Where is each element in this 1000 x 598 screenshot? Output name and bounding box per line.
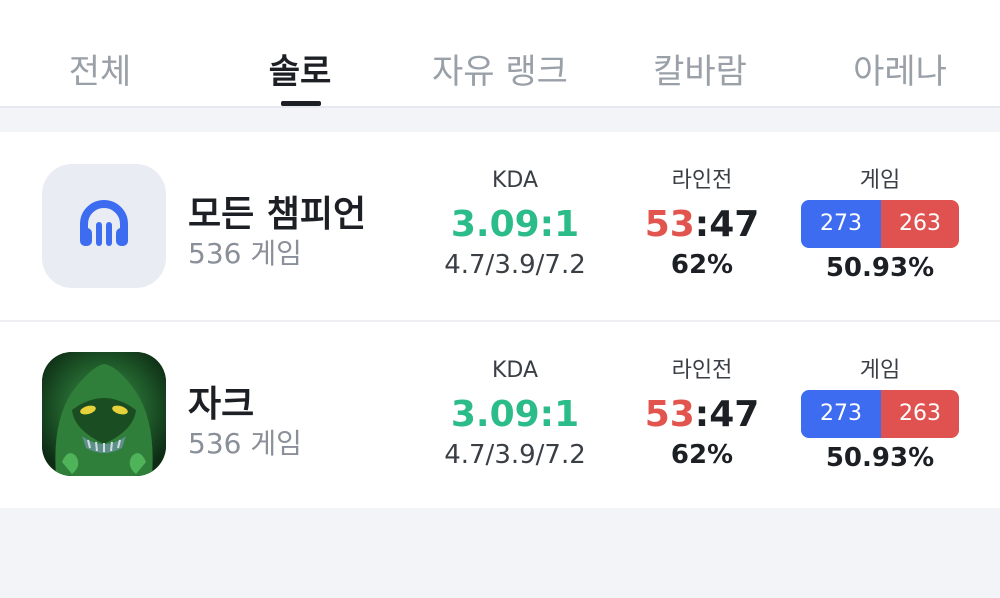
kda-stat: KDA 3.09:1 4.7/3.9/7.2: [444, 166, 586, 280]
win-loss-bar: 273 263: [801, 200, 959, 248]
champion-stats-list: 모든 챔피언 536 게임 KDA 3.09:1 4.7/3.9/7.2 라인전…: [0, 132, 1000, 508]
losses-count: 263: [881, 390, 959, 438]
lane-score: 53:47: [645, 200, 760, 250]
tab-aram[interactable]: 칼바람: [653, 44, 747, 94]
list-item[interactable]: 모든 챔피언 536 게임 KDA 3.09:1 4.7/3.9/7.2 라인전…: [0, 132, 1000, 320]
tab-flex-rank[interactable]: 자유 랭크: [432, 44, 568, 94]
lane-win-value: 53: [644, 394, 695, 435]
lane-percentage: 62%: [670, 250, 734, 280]
game-stat: 게임 273 263 50.93%: [801, 166, 959, 284]
wins-count: 273: [801, 390, 881, 438]
active-tab-indicator: [281, 101, 321, 106]
games-count: 536 게임: [188, 237, 302, 270]
zac-champion-icon: [42, 352, 166, 476]
game-stat: 게임 273 263 50.93%: [801, 356, 959, 474]
lane-score: 53:47: [645, 390, 760, 440]
champion-name: 자크: [188, 384, 255, 425]
lane-stat: 라인전 53:47 62%: [645, 356, 760, 470]
champion-name: 모든 챔피언: [188, 194, 367, 235]
kda-detail: 4.7/3.9/7.2: [444, 440, 586, 470]
tab-all[interactable]: 전체: [69, 44, 132, 94]
lane-win-value: 53: [644, 204, 695, 245]
lane-separator: :: [694, 204, 710, 245]
headset-icon: [42, 164, 166, 288]
kda-ratio: 3.09:1: [450, 394, 580, 435]
lane-loss-value: 47: [709, 204, 760, 245]
lane-label: 라인전: [671, 168, 733, 193]
lane-loss-value: 47: [709, 394, 760, 435]
lane-stat: 라인전 53:47 62%: [645, 166, 760, 280]
lane-label: 라인전: [671, 358, 733, 383]
tab-arena[interactable]: 아레나: [853, 44, 947, 94]
win-rate: 50.93%: [825, 443, 935, 473]
games-count: 536 게임: [188, 427, 302, 460]
win-loss-bar: 273 263: [801, 390, 959, 438]
tab-solo[interactable]: 솔로: [269, 44, 332, 94]
kda-label: KDA: [491, 168, 539, 193]
kda-detail: 4.7/3.9/7.2: [444, 250, 586, 280]
queue-tab-bar: 전체 솔로 자유 랭크 칼바람 아레나: [0, 0, 1000, 108]
win-rate: 50.93%: [825, 253, 935, 283]
game-label: 게임: [859, 168, 901, 193]
kda-ratio: 3.09:1: [450, 204, 580, 245]
lane-separator: :: [694, 394, 710, 435]
wins-count: 273: [801, 200, 881, 248]
list-item[interactable]: 자크 536 게임 KDA 3.09:1 4.7/3.9/7.2 라인전 53:…: [0, 320, 1000, 508]
kda-label: KDA: [491, 358, 539, 383]
kda-stat: KDA 3.09:1 4.7/3.9/7.2: [444, 356, 586, 470]
game-label: 게임: [859, 358, 901, 383]
losses-count: 263: [881, 200, 959, 248]
lane-percentage: 62%: [670, 440, 734, 470]
